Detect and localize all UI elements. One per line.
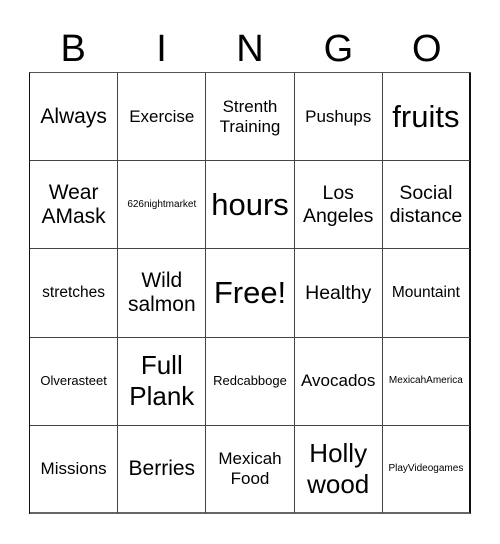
- bingo-board: Always Exercise Strenth Training Pushups…: [29, 72, 471, 514]
- bingo-cell[interactable]: Redcabboge: [206, 337, 295, 426]
- bingo-cell[interactable]: Wear AMask: [30, 161, 119, 250]
- bingo-cell[interactable]: Healthy: [294, 249, 383, 338]
- bingo-cell[interactable]: Strenth Training: [206, 73, 295, 162]
- bingo-cell[interactable]: stretches: [30, 249, 119, 338]
- bingo-cell[interactable]: Mexicah Food: [206, 425, 295, 514]
- header-letter-b: B: [60, 28, 86, 70]
- bingo-cell[interactable]: Berries: [118, 425, 207, 514]
- bingo-cell free-space[interactable]: Free!: [206, 249, 295, 338]
- bingo-cell[interactable]: PlayVideogames: [382, 425, 471, 514]
- bingo-cell[interactable]: Los Angeles: [294, 161, 383, 250]
- bingo-cell[interactable]: Wild salmon: [118, 249, 207, 338]
- bingo-cell[interactable]: Full Plank: [118, 337, 207, 426]
- header-letter-g: G: [323, 28, 354, 70]
- bingo-cell[interactable]: Pushups: [294, 73, 383, 162]
- bingo-cell[interactable]: hours: [206, 161, 295, 250]
- bingo-cell[interactable]: fruits: [382, 73, 471, 162]
- bingo-cell[interactable]: Missions: [30, 425, 119, 514]
- bingo-cell[interactable]: Holly wood: [294, 425, 383, 514]
- header-letter-o: O: [411, 28, 442, 70]
- bingo-cell[interactable]: Mountaint: [382, 249, 471, 338]
- bingo-cell[interactable]: Social distance: [382, 161, 471, 250]
- bingo-cell[interactable]: MexicahAmerica: [382, 337, 471, 426]
- bingo-cell[interactable]: Avocados: [294, 337, 383, 426]
- bingo-header: B I N G O: [29, 26, 471, 72]
- bingo-cell[interactable]: 626nightmarket: [118, 161, 207, 250]
- bingo-cell[interactable]: Always: [30, 73, 119, 162]
- bingo-cell[interactable]: Olverasteet: [30, 337, 119, 426]
- bingo-cell[interactable]: Exercise: [118, 73, 207, 162]
- header-letter-n: N: [236, 28, 264, 70]
- header-letter-i: I: [156, 28, 167, 70]
